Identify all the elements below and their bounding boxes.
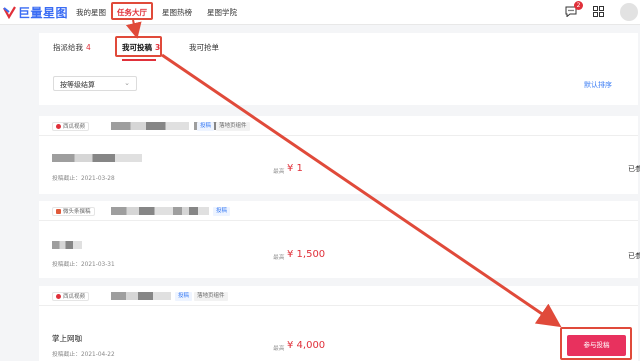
chevron-down-icon: ⌄ <box>124 79 130 87</box>
nav-item-hot-list[interactable]: 星图热榜 <box>162 7 192 18</box>
tag-submit: 投稿 <box>197 122 215 131</box>
sort-select-value: 按等级结算 <box>60 81 95 89</box>
deadline-text: 投稿截止：2021-03-31 <box>52 262 115 268</box>
redacted-title <box>52 154 142 162</box>
redacted-text <box>111 292 171 300</box>
apps-grid-icon[interactable] <box>593 6 604 17</box>
redacted-text <box>111 122 189 130</box>
sort-select[interactable]: 按等级结算 ⌄ <box>53 76 137 91</box>
toutiao-icon <box>56 209 61 214</box>
task-card[interactable]: 微头条撰稿 投稿 投稿截止：2021-03-31 最高 ¥ 1,500 已参与 <box>39 201 640 278</box>
price-value: ¥ 1,500 <box>287 249 326 260</box>
tag-submit: 投稿 <box>175 292 193 301</box>
active-tab-underline <box>122 59 156 61</box>
deadline-text: 投稿截止：2021-04-22 <box>52 352 115 358</box>
message-badge: 2 <box>574 1 583 10</box>
logo-text: 巨量星图 <box>18 5 69 20</box>
source-tag: 微头条撰稿 <box>52 207 95 216</box>
tab-assigned-label: 指派给我 <box>53 43 83 52</box>
tag-landing-page: 落地页组件 <box>194 292 228 301</box>
price-label: 最高 <box>273 255 285 261</box>
nav-item-my-star[interactable]: 我的星图 <box>76 7 106 18</box>
tag-submit: 投稿 <box>213 207 231 216</box>
price-value: ¥ 4,000 <box>287 340 326 351</box>
redacted-text <box>111 207 173 215</box>
deadline-text: 投稿截止：2021-03-28 <box>52 176 115 182</box>
redacted-text <box>173 207 209 215</box>
price-value: ¥ 1 <box>287 163 303 174</box>
task-card-header: 微头条撰稿 投稿 <box>39 201 638 221</box>
task-card-header: 西瓜视频 投稿 落地页组件 <box>39 286 638 306</box>
source-label: 微头条撰稿 <box>63 208 91 215</box>
redacted-title <box>52 241 82 249</box>
status-label: 已参与 <box>628 252 640 260</box>
tab-assigned[interactable]: 指派给我 4 <box>53 42 91 53</box>
source-tag: 西瓜视频 <box>52 292 90 301</box>
task-card-header: 西瓜视频 投稿 落地页组件 <box>39 116 638 136</box>
source-label: 西瓜视频 <box>63 123 86 130</box>
annotation-box-button <box>560 327 632 360</box>
status-label: 已参与 <box>628 165 640 173</box>
tab-can-grab[interactable]: 我可抢单 <box>189 42 219 53</box>
nav-item-academy[interactable]: 星图学院 <box>207 7 237 18</box>
tab-can-grab-label: 我可抢单 <box>189 43 219 52</box>
logo-icon <box>3 5 16 19</box>
source-label: 西瓜视频 <box>63 293 86 300</box>
price-label: 最高 <box>273 169 285 175</box>
price-label: 最高 <box>273 346 285 352</box>
annotation-box-tab <box>115 36 162 57</box>
logo[interactable]: 巨量星图 <box>3 4 68 20</box>
task-title: 掌上网咖 <box>52 334 82 343</box>
avatar[interactable] <box>620 3 638 21</box>
task-card[interactable]: 西瓜视频 投稿 落地页组件 掌上网咖 投稿截止：2021-04-22 最高 ¥ … <box>39 286 638 361</box>
tag-landing-page: 落地页组件 <box>216 122 250 131</box>
tab-assigned-count: 4 <box>86 43 91 52</box>
source-tag: 西瓜视频 <box>52 122 90 131</box>
default-sort-link[interactable]: 默认排序 <box>584 80 612 90</box>
xigua-icon <box>56 124 61 129</box>
annotation-box-nav <box>111 2 153 20</box>
task-card[interactable]: 西瓜视频 投稿 落地页组件 投稿截止：2021-03-28 最高 ¥ 1 已参与 <box>39 116 640 194</box>
xigua-icon <box>56 294 61 299</box>
top-nav: 巨量星图 我的星图 任务大厅 星图热榜 星图学院 2 <box>0 0 640 25</box>
